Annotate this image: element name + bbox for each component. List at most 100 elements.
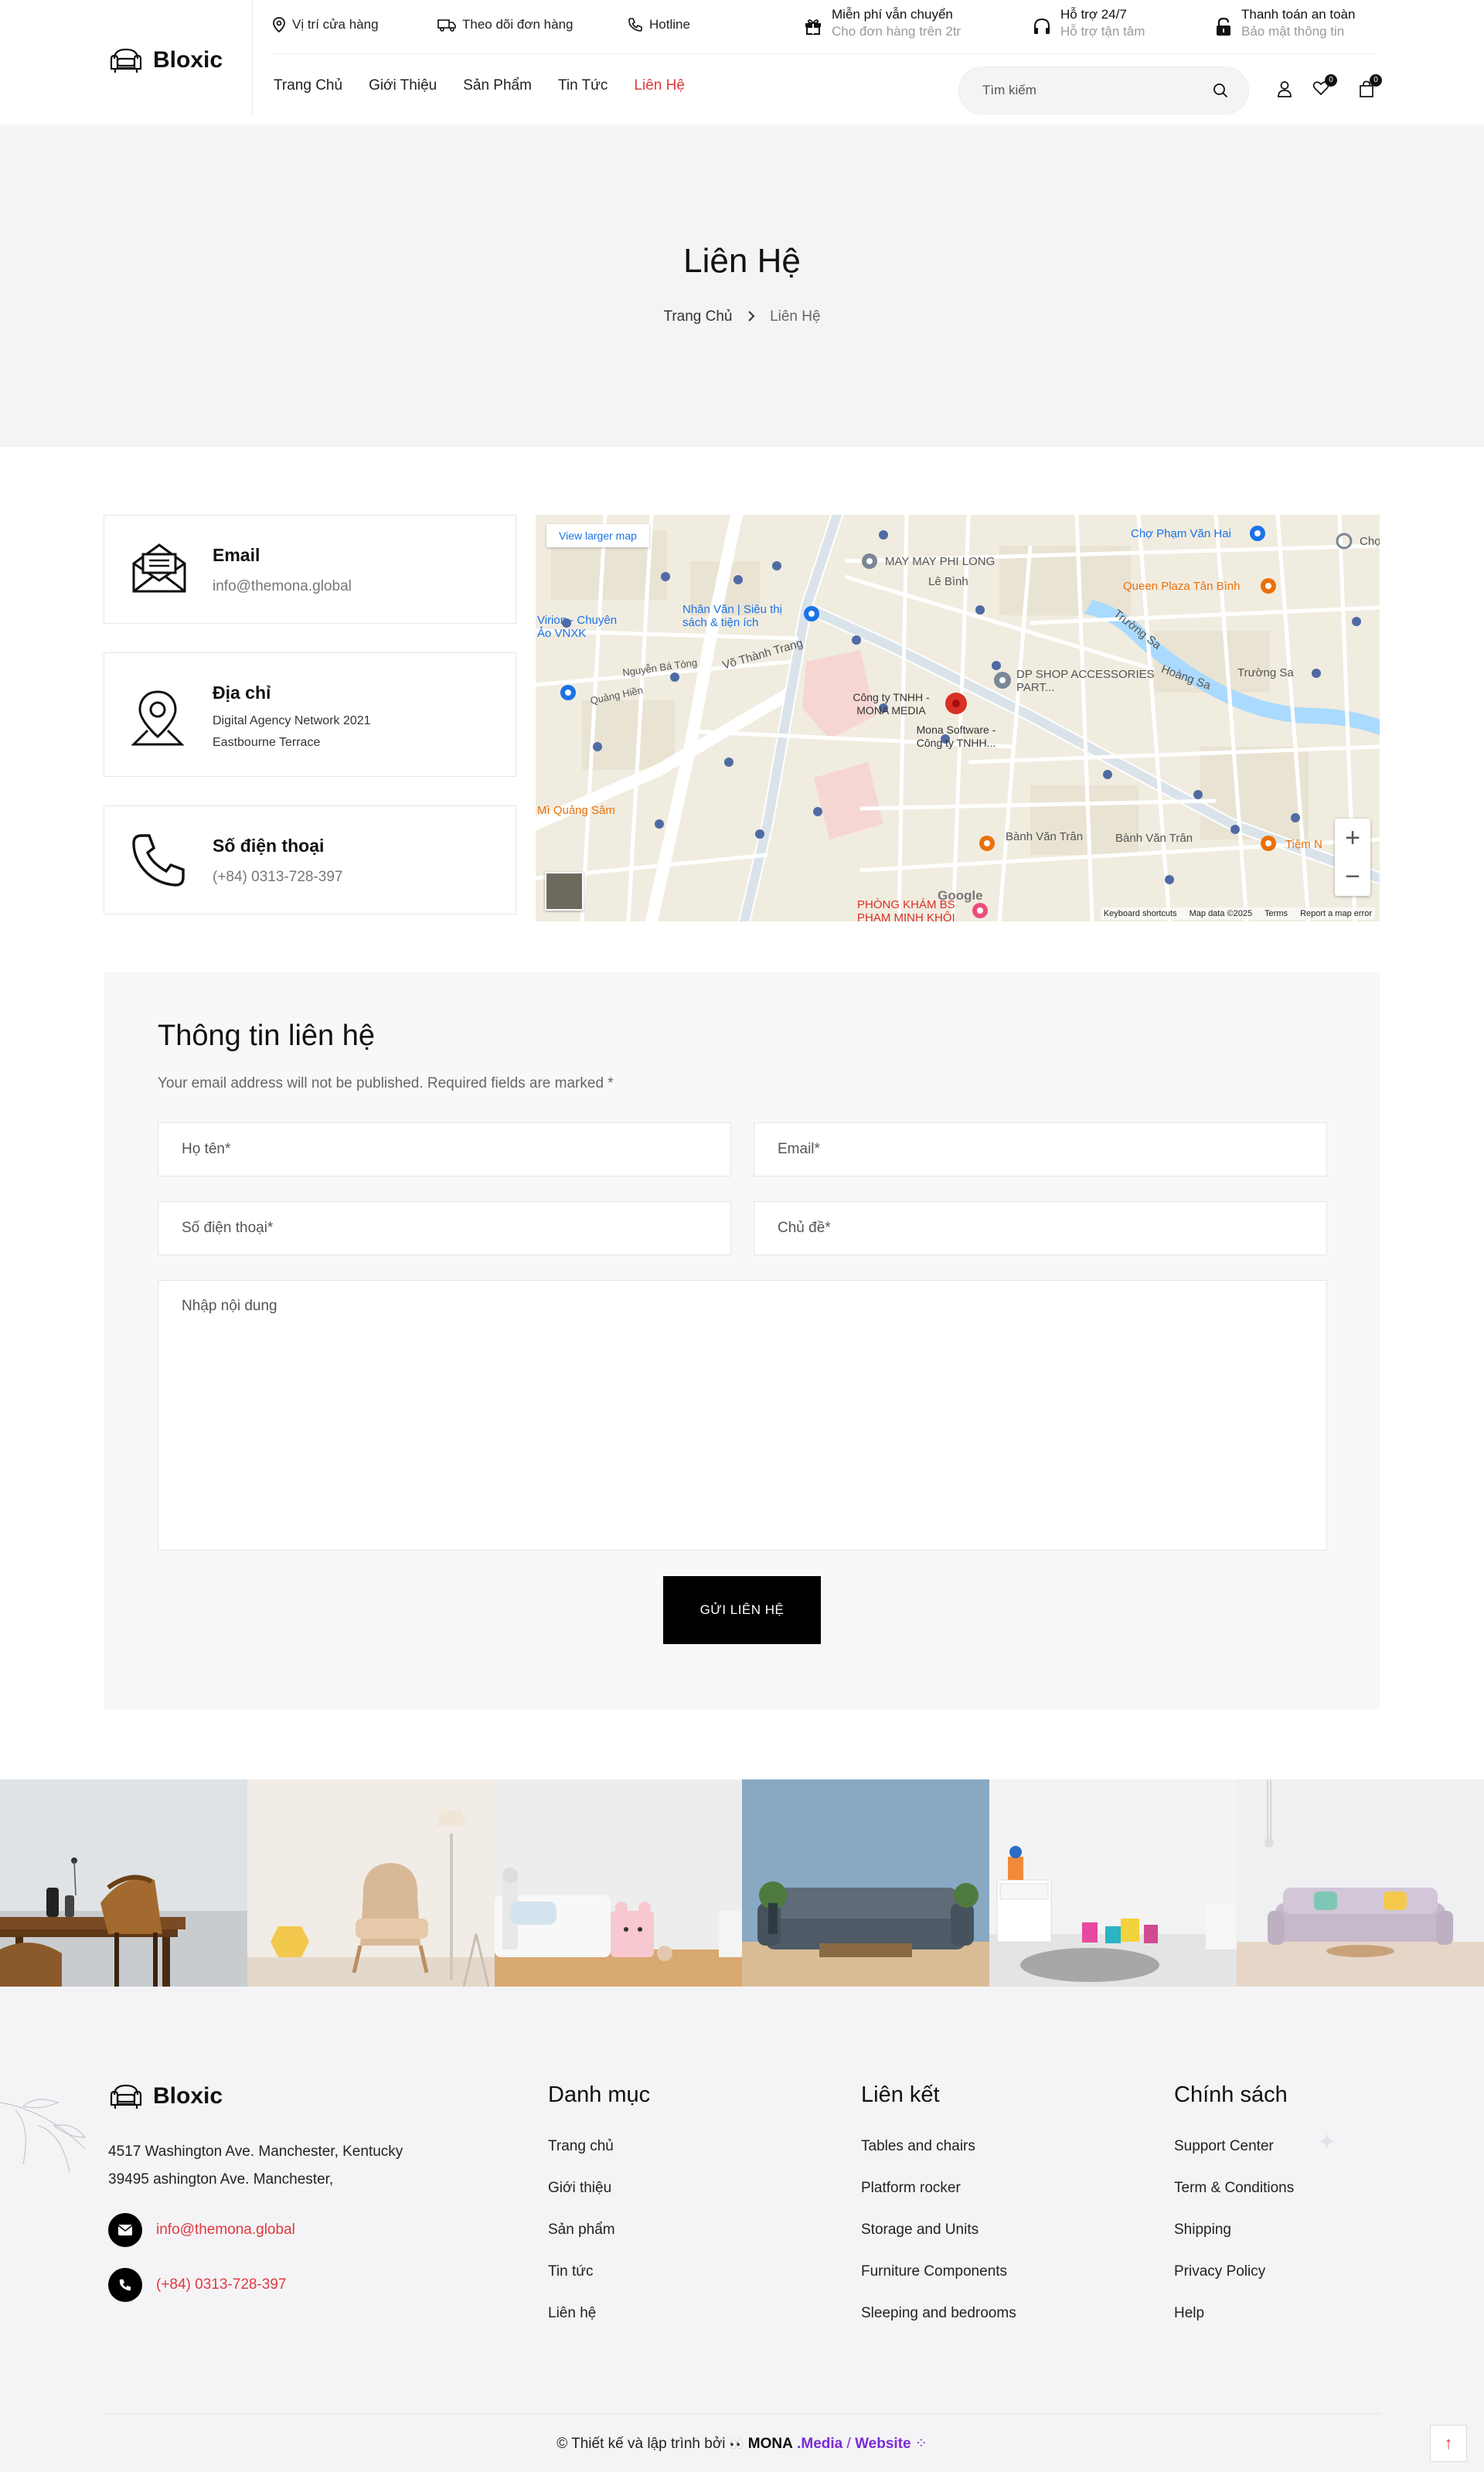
- gallery-image-blue-sofa[interactable]: [742, 1779, 989, 1987]
- gallery-image-pink-sofa[interactable]: [1237, 1779, 1484, 1987]
- phone-input[interactable]: [158, 1202, 730, 1255]
- subject-input[interactable]: [754, 1202, 1326, 1255]
- footer-link[interactable]: Tin tức: [548, 2263, 593, 2280]
- chevron-right-icon: [748, 311, 755, 322]
- footer-link[interactable]: Term & Conditions: [1174, 2180, 1294, 2197]
- logo[interactable]: Bloxic: [108, 45, 223, 76]
- footer-link[interactable]: Storage and Units: [861, 2222, 979, 2239]
- back-to-top-button[interactable]: ↑: [1430, 2425, 1467, 2462]
- header-top-row: Vị trí cửa hàng Theo dõi đơn hàng Hotlin…: [272, 0, 1377, 54]
- footer-link[interactable]: Privacy Policy: [1174, 2263, 1265, 2280]
- brand-separator: /: [846, 2436, 851, 2452]
- wishlist-count-badge: 0: [1325, 74, 1337, 87]
- main-nav: Trang Chủ Giới Thiệu Sản Phẩm Tin Tức Li…: [274, 77, 685, 94]
- kids-bedroom-image: [495, 1779, 742, 1987]
- headphones-icon: [1034, 18, 1050, 34]
- nav-news[interactable]: Tin Tức: [558, 77, 608, 94]
- breadcrumb-home[interactable]: Trang Chủ: [663, 308, 732, 325]
- breadcrumb-current: Liên Hệ: [770, 308, 821, 325]
- name-field: [158, 1122, 731, 1176]
- nav-about[interactable]: Giới Thiệu: [369, 77, 437, 94]
- footer-link[interactable]: Help: [1174, 2305, 1204, 2322]
- dining-room-image: [0, 1779, 247, 1987]
- zoom-in-button[interactable]: +: [1335, 819, 1370, 857]
- footer-link[interactable]: Sản phẩm: [548, 2222, 615, 2239]
- card-title: Email: [213, 545, 260, 565]
- feature-title: Hỗ trợ 24/7: [1060, 7, 1127, 22]
- footer-email-text: info@themona.global: [156, 2222, 295, 2238]
- nav-products[interactable]: Sản Phẩm: [463, 77, 532, 94]
- satellite-toggle[interactable]: [545, 872, 584, 911]
- track-order-link[interactable]: Theo dõi đơn hàng: [437, 17, 573, 32]
- google-logo: Google: [938, 888, 983, 903]
- terms-link[interactable]: Terms: [1264, 909, 1288, 918]
- page-title: Liên Hệ: [683, 242, 801, 280]
- email-input[interactable]: [754, 1123, 1326, 1176]
- footer-logo-text: Bloxic: [153, 2083, 223, 2109]
- user-icon[interactable]: [1277, 80, 1292, 97]
- map-label: DP SHOP ACCESSORIES PART...: [1016, 668, 1155, 694]
- page-hero: Liên Hệ Trang Chủ Liên Hệ: [0, 126, 1484, 447]
- footer-link[interactable]: Platform rocker: [861, 2180, 961, 2197]
- report-error-link[interactable]: Report a map error: [1300, 909, 1372, 918]
- gallery-image-kids-room[interactable]: [495, 1779, 742, 1987]
- footer-link[interactable]: Giới thiệu: [548, 2180, 611, 2197]
- nav-home[interactable]: Trang Chủ: [274, 77, 342, 94]
- gallery-image-dining[interactable]: [0, 1779, 247, 1987]
- envelope-icon: [132, 543, 186, 593]
- hotline-link[interactable]: Hotline: [628, 17, 690, 32]
- footer-link[interactable]: Trang chủ: [548, 2138, 614, 2155]
- name-input[interactable]: [158, 1123, 730, 1176]
- store-location-link[interactable]: Vị trí cửa hàng: [272, 17, 379, 32]
- card-phone-value[interactable]: (+84) 0313-728-397: [213, 867, 343, 888]
- search-icon[interactable]: [1213, 83, 1228, 98]
- blue-sofa-room-image: [742, 1779, 989, 1987]
- brand-mona[interactable]: MONA: [748, 2436, 793, 2452]
- cart-button[interactable]: 0: [1359, 74, 1382, 97]
- map-label: Nhân Văn | Siêu thị sách & tiện ích: [682, 603, 782, 629]
- brand-website[interactable]: Website: [855, 2436, 911, 2452]
- map-label: Trường Sa: [1237, 666, 1294, 679]
- wishlist-button[interactable]: 0: [1312, 74, 1337, 97]
- footer-link[interactable]: Shipping: [1174, 2222, 1231, 2239]
- gallery-image-living[interactable]: [247, 1779, 495, 1987]
- store-location-label: Vị trí cửa hàng: [292, 17, 379, 32]
- logo-text: Bloxic: [153, 47, 223, 73]
- map-label: MAY MAY PHI LONG: [885, 555, 996, 568]
- footer-link[interactable]: Tables and chairs: [861, 2138, 975, 2155]
- map-label: Mì Quảng Sâm: [537, 804, 615, 817]
- map-label: Công ty TNHH - MONA MEDIA: [853, 691, 930, 717]
- armchair-logo-icon: [110, 2084, 142, 2109]
- map-label: Bành Văn Trân: [1006, 830, 1084, 843]
- map-label: Lê Bình: [928, 575, 968, 588]
- zoom-out-button[interactable]: −: [1335, 857, 1370, 896]
- footer-email[interactable]: info@themona.global: [108, 2213, 295, 2247]
- sparkle-decoration-icon: ✦: [1317, 2130, 1337, 2155]
- keyboard-shortcuts-link[interactable]: Keyboard shortcuts: [1104, 909, 1177, 918]
- footer-column-title: Chính sách: [1174, 2082, 1288, 2107]
- nav-contact[interactable]: Liên Hệ: [634, 77, 685, 94]
- search-input[interactable]: [982, 67, 1199, 114]
- pastel-sofa-room-image: [1237, 1779, 1484, 1987]
- card-email-value[interactable]: info@themona.global: [213, 576, 352, 598]
- brand-media[interactable]: .Media: [797, 2436, 842, 2452]
- gallery-image-playroom[interactable]: [989, 1779, 1237, 1987]
- feature-title: Thanh toán an toàn: [1241, 7, 1356, 22]
- map-footer: Keyboard shortcuts Map data ©2025 Terms …: [1100, 907, 1375, 920]
- footer-phone[interactable]: (+84) 0313-728-397: [108, 2268, 287, 2302]
- submit-contact-button[interactable]: GỬI LIÊN HỆ: [663, 1576, 821, 1644]
- google-map[interactable]: View larger map MAY MAY PHI LONG Chợ Phạ…: [536, 515, 1380, 921]
- message-textarea[interactable]: [158, 1281, 1326, 1550]
- footer-link[interactable]: Sleeping and bedrooms: [861, 2305, 1016, 2322]
- card-title: Số điện thoại: [213, 836, 325, 856]
- address-line-2: 39495 ashington Ave. Manchester,: [108, 2171, 334, 2188]
- map-label: Bành Văn Trân: [1115, 832, 1193, 845]
- footer-link[interactable]: Liên hệ: [548, 2305, 596, 2322]
- footer-link[interactable]: Furniture Components: [861, 2263, 1007, 2280]
- feature-free-shipping: Miễn phí vẫn chuyển Cho đơn hàng trên 2t…: [804, 6, 961, 40]
- email-field: [754, 1122, 1327, 1176]
- footer-link[interactable]: Support Center: [1174, 2138, 1274, 2155]
- subject-field: [754, 1201, 1327, 1255]
- footer-logo[interactable]: Bloxic: [108, 2081, 223, 2112]
- view-larger-map-link[interactable]: View larger map: [546, 524, 649, 547]
